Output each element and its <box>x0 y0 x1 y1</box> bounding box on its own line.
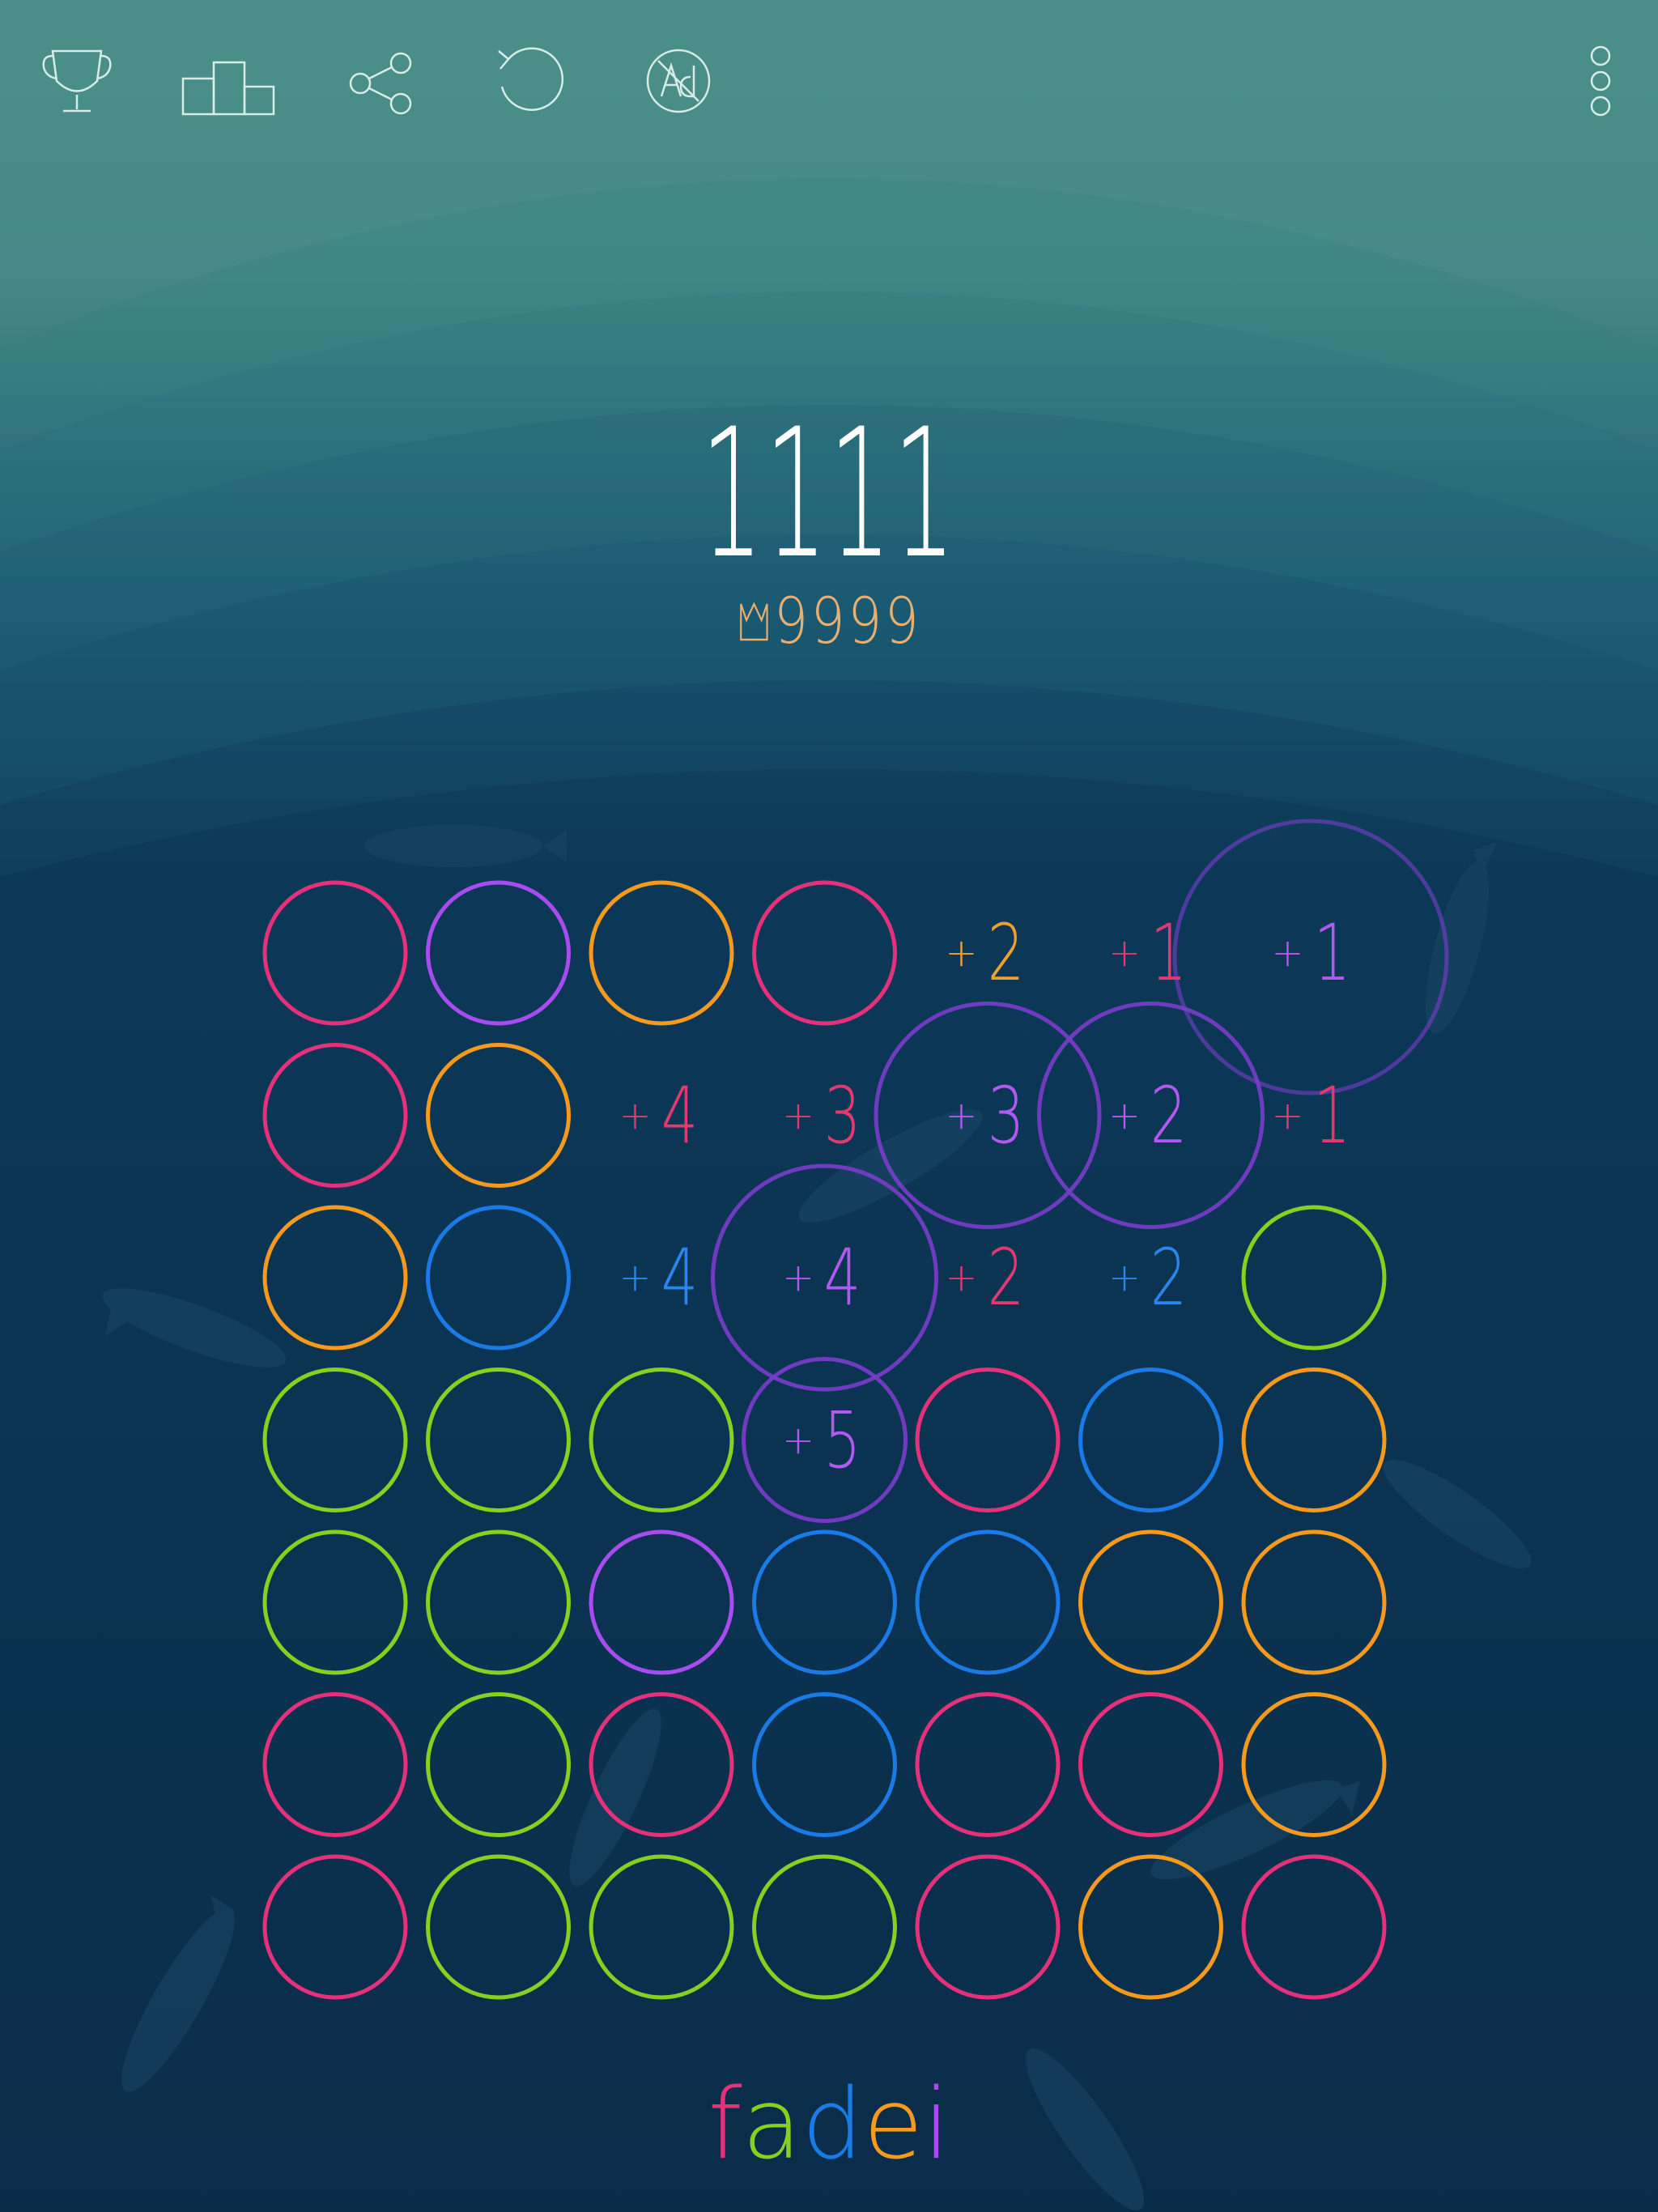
logo-letter: d <box>801 2069 864 2181</box>
ring-green[interactable] <box>426 1368 571 1512</box>
fadei-logo: fadei <box>0 2073 1658 2178</box>
logo-letter: i <box>923 2069 950 2181</box>
ring-orange[interactable] <box>1078 1529 1223 1675</box>
ring-pink[interactable] <box>915 1368 1061 1512</box>
points-label: +2 <box>915 904 1061 1002</box>
points-label: +4 <box>752 1229 898 1326</box>
ring-orange[interactable] <box>426 1043 571 1188</box>
plus-sign: + <box>1107 1255 1141 1300</box>
plus-sign: + <box>945 1255 978 1300</box>
points-label: +4 <box>589 1067 734 1164</box>
ring-green[interactable] <box>589 1854 734 2000</box>
plus-sign: + <box>1107 930 1141 976</box>
ring-blue[interactable] <box>752 1692 897 1837</box>
ring-orange[interactable] <box>1241 1368 1387 1512</box>
ring-pink[interactable] <box>1241 1854 1387 2000</box>
points-value: 4 <box>661 1232 699 1323</box>
ring-pink[interactable] <box>1078 1692 1223 1837</box>
ring-pink[interactable] <box>752 880 897 1026</box>
plus-sign: + <box>781 1255 815 1300</box>
points-value: 3 <box>823 1070 861 1161</box>
points-value: 2 <box>987 1232 1025 1323</box>
ring-green[interactable] <box>426 1854 571 2000</box>
points-label: +2 <box>1078 1229 1224 1326</box>
ring-blue[interactable] <box>752 1529 897 1675</box>
ring-green[interactable] <box>262 1368 408 1512</box>
ring-blue[interactable] <box>426 1205 571 1351</box>
ring-pink[interactable] <box>915 1854 1061 2000</box>
ring-green[interactable] <box>426 1692 571 1837</box>
points-label: +1 <box>1241 904 1387 1002</box>
points-label: +1 <box>1078 904 1224 1002</box>
ring-blue[interactable] <box>915 1529 1061 1675</box>
plus-sign: + <box>781 1092 815 1138</box>
points-value: 1 <box>1313 1070 1351 1161</box>
points-value: 4 <box>661 1070 699 1161</box>
points-label: +4 <box>589 1229 734 1326</box>
ring-orange[interactable] <box>262 1205 408 1351</box>
plus-sign: + <box>1271 1092 1304 1138</box>
ring-pink[interactable] <box>915 1692 1061 1837</box>
ring-green[interactable] <box>752 1854 897 2000</box>
logo-letter: e <box>863 2069 924 2181</box>
points-value: 2 <box>1150 1070 1188 1161</box>
ring-purple[interactable] <box>426 880 571 1026</box>
ring-blue[interactable] <box>1078 1368 1223 1512</box>
points-label: +2 <box>1078 1067 1224 1164</box>
points-label: +3 <box>752 1067 898 1164</box>
ring-green[interactable] <box>426 1529 571 1675</box>
ring-pink[interactable] <box>262 1854 408 2000</box>
plus-sign: + <box>619 1255 652 1300</box>
ring-green[interactable] <box>1241 1205 1387 1351</box>
points-label: +2 <box>915 1229 1061 1326</box>
ring-orange[interactable] <box>1241 1692 1387 1837</box>
ring-orange[interactable] <box>1078 1854 1223 2000</box>
logo-letter: a <box>742 2069 802 2181</box>
points-value: 5 <box>823 1394 861 1486</box>
points-value: 1 <box>1313 908 1351 998</box>
points-value: 2 <box>1150 1232 1188 1323</box>
game-board: +2 +1 +1 +4 +3 +3 +2 +1 +4 +4 +2 +2 +5 <box>0 0 1658 2212</box>
logo-letter: f <box>708 2069 742 2181</box>
ring-orange[interactable] <box>1241 1529 1387 1675</box>
points-label: +5 <box>752 1392 898 1489</box>
plus-sign: + <box>619 1092 652 1138</box>
points-label: +3 <box>915 1067 1061 1164</box>
plus-sign: + <box>1107 1092 1141 1138</box>
points-value: 2 <box>987 908 1025 998</box>
points-label: +1 <box>1241 1067 1387 1164</box>
ring-pink[interactable] <box>262 880 408 1026</box>
points-value: 1 <box>1150 908 1188 998</box>
plus-sign: + <box>1271 930 1304 976</box>
points-value: 3 <box>987 1070 1025 1161</box>
ring-pink[interactable] <box>262 1692 408 1837</box>
ring-orange[interactable] <box>589 880 734 1026</box>
points-value: 4 <box>823 1232 861 1323</box>
ring-pink[interactable] <box>589 1692 734 1837</box>
plus-sign: + <box>781 1417 815 1463</box>
ring-green[interactable] <box>262 1529 408 1675</box>
ring-pink[interactable] <box>262 1043 408 1188</box>
plus-sign: + <box>945 930 978 976</box>
ring-purple[interactable] <box>589 1529 734 1675</box>
plus-sign: + <box>945 1092 978 1138</box>
ring-green[interactable] <box>589 1368 734 1512</box>
